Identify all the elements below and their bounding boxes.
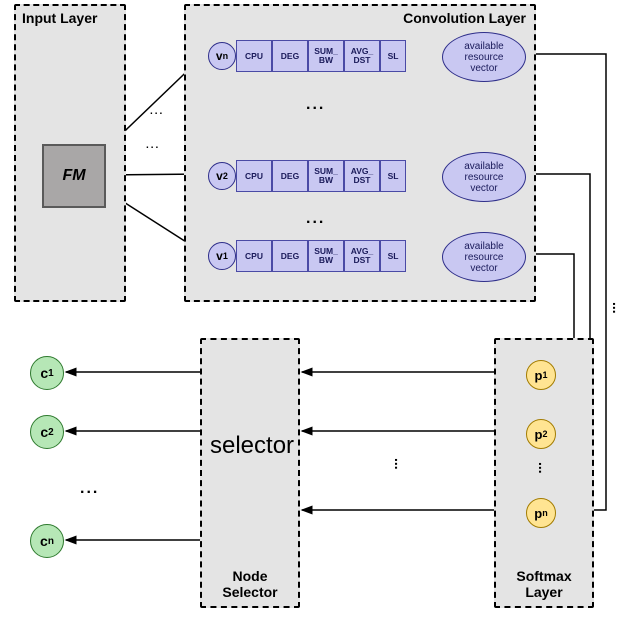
feat-deg: DEG [272, 160, 308, 192]
node-selector: selector Node Selector [200, 338, 300, 608]
softmax-node-p1: p1 [526, 360, 556, 390]
c-sub: 2 [48, 427, 54, 438]
feat-cpu: CPU [236, 160, 272, 192]
resource-vector-v2: available resource vector [442, 152, 526, 202]
feat-sumbw: SUM_ BW [308, 240, 344, 272]
softmax-layer-title: Softmax Layer [496, 568, 592, 600]
dots-outputs: ... [80, 480, 99, 498]
conv-node-label: v [216, 49, 223, 63]
c-label: c [40, 424, 48, 440]
conv-node-label: v [216, 169, 223, 183]
feat-avgdst: AVG_ DST [344, 160, 380, 192]
output-node-c2: c2 [30, 415, 64, 449]
resource-vector-vn: available resource vector [442, 32, 526, 82]
output-node-c1: c1 [30, 356, 64, 390]
conv-node-vn: vn [208, 42, 236, 70]
conv-node-sub: 1 [223, 251, 228, 261]
node-selector-title: Node Selector [202, 568, 298, 600]
p-label: p [534, 506, 542, 521]
dots-fm-gap-a: ... [150, 106, 164, 117]
p-sub: 1 [542, 370, 547, 380]
feat-sumbw: SUM_ BW [308, 40, 344, 72]
dots-softmax: ... [536, 462, 552, 474]
conv-node-sub: n [223, 51, 229, 61]
feat-sumbw: SUM_ BW [308, 160, 344, 192]
conv-node-v1: v1 [208, 242, 236, 270]
input-layer: Input Layer FM [14, 4, 126, 302]
input-layer-title: Input Layer [22, 10, 97, 26]
feat-deg: DEG [272, 240, 308, 272]
convolution-layer: Convolution Layer vn CPU DEG SUM_ BW AVG… [184, 4, 536, 302]
dots-side: ... [610, 302, 626, 314]
softmax-node-p2: p2 [526, 419, 556, 449]
feat-avgdst: AVG_ DST [344, 240, 380, 272]
feat-deg: DEG [272, 40, 308, 72]
softmax-node-pn: pn [526, 498, 556, 528]
conv-node-label: v [216, 249, 223, 263]
feature-row-v2: CPU DEG SUM_ BW AVG_ DST SL [236, 160, 406, 192]
p-sub: n [542, 508, 548, 518]
c-sub: n [48, 536, 54, 547]
feature-row-vn: CPU DEG SUM_ BW AVG_ DST SL [236, 40, 406, 72]
dots-selector-softmax: ... [392, 458, 408, 470]
dots-fm-gap-b: ... [146, 140, 160, 151]
fm-box: FM [42, 144, 106, 208]
conv-node-v2: v2 [208, 162, 236, 190]
feat-sl: SL [380, 40, 406, 72]
c-label: c [40, 533, 48, 549]
p-sub: 2 [542, 429, 547, 439]
feat-cpu: CPU [236, 40, 272, 72]
conv-node-sub: 2 [223, 171, 228, 181]
feature-row-v1: CPU DEG SUM_ BW AVG_ DST SL [236, 240, 406, 272]
p-label: p [535, 427, 543, 442]
diagram: Input Layer FM Convolution Layer vn CPU … [0, 0, 640, 622]
p-label: p [535, 368, 543, 383]
dots-between-rows-a: ... [306, 96, 325, 114]
dots-between-rows-b: ... [306, 210, 325, 228]
selector-label: selector [210, 432, 294, 460]
feat-avgdst: AVG_ DST [344, 40, 380, 72]
feat-cpu: CPU [236, 240, 272, 272]
output-node-cn: cn [30, 524, 64, 558]
c-sub: 1 [48, 368, 54, 379]
feat-sl: SL [380, 160, 406, 192]
c-label: c [40, 365, 48, 381]
softmax-layer: p1 p2 ... pn Softmax Layer [494, 338, 594, 608]
feat-sl: SL [380, 240, 406, 272]
conv-layer-title: Convolution Layer [403, 10, 526, 26]
resource-vector-v1: available resource vector [442, 232, 526, 282]
